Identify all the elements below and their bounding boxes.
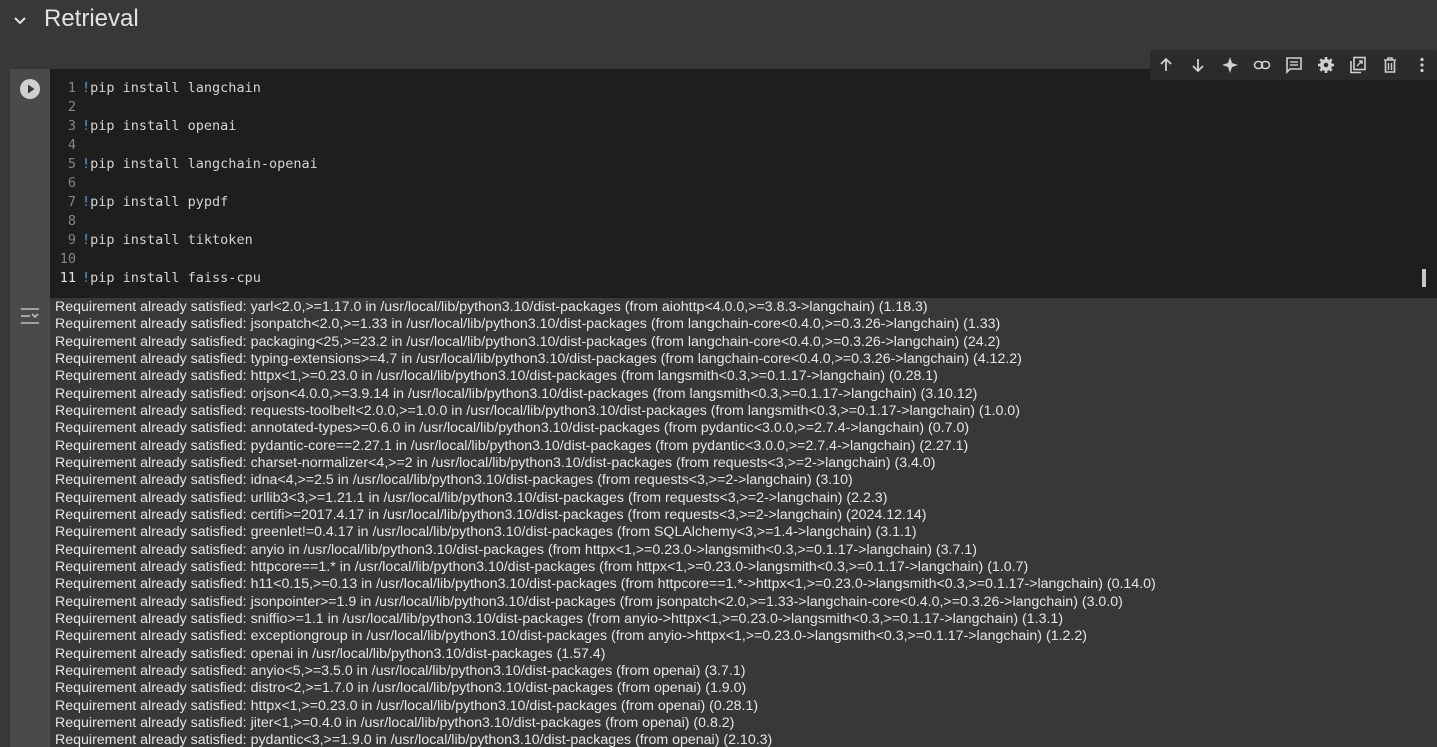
cell-toolbar: [1150, 50, 1437, 80]
output-line: Requirement already satisfied: annotated…: [55, 420, 970, 437]
output-line: Requirement already satisfied: httpcore=…: [55, 558, 1029, 575]
output-line: Requirement already satisfied: certifi>=…: [55, 506, 927, 523]
line-number: 11: [59, 270, 76, 286]
output-line: Requirement already satisfied: orjson<4.…: [55, 385, 978, 402]
output-line: Requirement already satisfied: pydantic<…: [55, 732, 773, 747]
line-number: 10: [59, 251, 76, 267]
section-title: Retrieval: [44, 5, 139, 32]
play-icon: [28, 84, 35, 94]
line-number: 1: [67, 80, 76, 96]
output-line: Requirement already satisfied: anyio<5,>…: [55, 662, 746, 679]
line-number: 5: [67, 156, 76, 172]
section-header: Retrieval: [0, 0, 1437, 40]
code-line[interactable]: 4: [50, 136, 82, 155]
output-line: Requirement already satisfied: httpx<1,>…: [55, 368, 938, 385]
line-number: 8: [67, 213, 76, 229]
output-line: Requirement already satisfied: openai in…: [55, 645, 606, 662]
output-line: Requirement already satisfied: requests-…: [55, 402, 1020, 419]
code-line[interactable]: 1 !pip install langchain: [50, 79, 261, 98]
output-line: Requirement already satisfied: yarl<2.0,…: [55, 299, 928, 315]
output-line: Requirement already satisfied: pydantic-…: [55, 437, 969, 454]
code-line[interactable]: 11 !pip install faiss-cpu: [50, 269, 261, 288]
output-line: Requirement already satisfied: typing-ex…: [55, 350, 1022, 367]
cell-gutter: [10, 69, 50, 747]
move-down-icon[interactable]: [1189, 56, 1207, 74]
code-line[interactable]: 6: [50, 174, 82, 193]
mirror-cell-icon[interactable]: [1349, 56, 1367, 74]
more-options-icon[interactable]: [1413, 56, 1431, 74]
output-options-icon[interactable]: [19, 305, 41, 327]
code-text: pip install faiss-cpu: [90, 270, 261, 286]
output-line: Requirement already satisfied: jsonpoint…: [55, 593, 1123, 610]
delete-icon[interactable]: [1381, 56, 1399, 74]
output-line: Requirement already satisfied: exception…: [55, 628, 1087, 645]
code-line[interactable]: 8: [50, 212, 82, 231]
output-line: Requirement already satisfied: jsonpatch…: [55, 316, 1001, 333]
run-cell-button[interactable]: [20, 79, 40, 99]
line-number: 9: [67, 232, 76, 248]
output-line: Requirement already satisfied: urllib3<3…: [55, 489, 888, 506]
sparkle-icon[interactable]: [1221, 56, 1239, 74]
output-line: Requirement already satisfied: idna<4,>=…: [55, 472, 853, 489]
editor-scrollbar[interactable]: [1422, 269, 1426, 287]
shell-bang: !: [82, 232, 91, 248]
settings-icon[interactable]: [1317, 56, 1335, 74]
code-line[interactable]: 10: [50, 250, 82, 269]
code-text: pip install langchain-openai: [90, 156, 318, 172]
code-line[interactable]: 7 !pip install pypdf: [50, 193, 228, 212]
line-number: 7: [67, 194, 76, 210]
line-number: 6: [67, 175, 76, 191]
shell-bang: !: [82, 80, 91, 96]
chevron-down-icon[interactable]: [11, 11, 29, 29]
code-text: pip install langchain: [90, 80, 261, 96]
code-cell[interactable]: 1 !pip install langchain 2 3 !pip install op…: [10, 69, 1437, 747]
shell-bang: !: [82, 118, 91, 134]
output-line: Requirement already satisfied: distro<2,…: [55, 680, 747, 697]
code-text: pip install pypdf: [90, 194, 229, 210]
line-number: 3: [67, 118, 76, 134]
code-text: pip install openai: [90, 118, 237, 134]
output-line: Requirement already satisfied: sniffio>=…: [55, 610, 1064, 627]
comment-icon[interactable]: [1285, 56, 1303, 74]
output-line: Requirement already satisfied: greenlet!…: [55, 524, 917, 541]
output-line: Requirement already satisfied: jiter<1,>…: [55, 714, 735, 731]
output-line: Requirement already satisfied: anyio in …: [55, 541, 977, 558]
code-editor[interactable]: 1 !pip install langchain 2 3 !pip install op…: [50, 69, 1437, 298]
shell-bang: !: [82, 270, 91, 286]
shell-bang: !: [82, 156, 91, 172]
line-number: 4: [67, 137, 76, 153]
link-icon[interactable]: [1253, 56, 1271, 74]
output-line: Requirement already satisfied: h11<0.15,…: [55, 576, 1156, 593]
move-up-icon[interactable]: [1157, 56, 1175, 74]
code-line[interactable]: 2: [50, 98, 82, 117]
shell-bang: !: [82, 194, 91, 210]
code-line[interactable]: 3 !pip install openai: [50, 117, 237, 136]
code-text: pip install tiktoken: [90, 232, 253, 248]
output-line: Requirement already satisfied: charset-n…: [55, 454, 936, 471]
line-number: 2: [67, 99, 76, 115]
code-line[interactable]: 9 !pip install tiktoken: [50, 231, 253, 250]
cell-output: Requirement already satisfied: yarl<2.0,…: [50, 298, 1437, 747]
code-line[interactable]: 5 !pip install langchain-openai: [50, 155, 318, 174]
output-line: Requirement already satisfied: packaging…: [55, 333, 1001, 350]
output-line: Requirement already satisfied: httpx<1,>…: [55, 697, 759, 714]
